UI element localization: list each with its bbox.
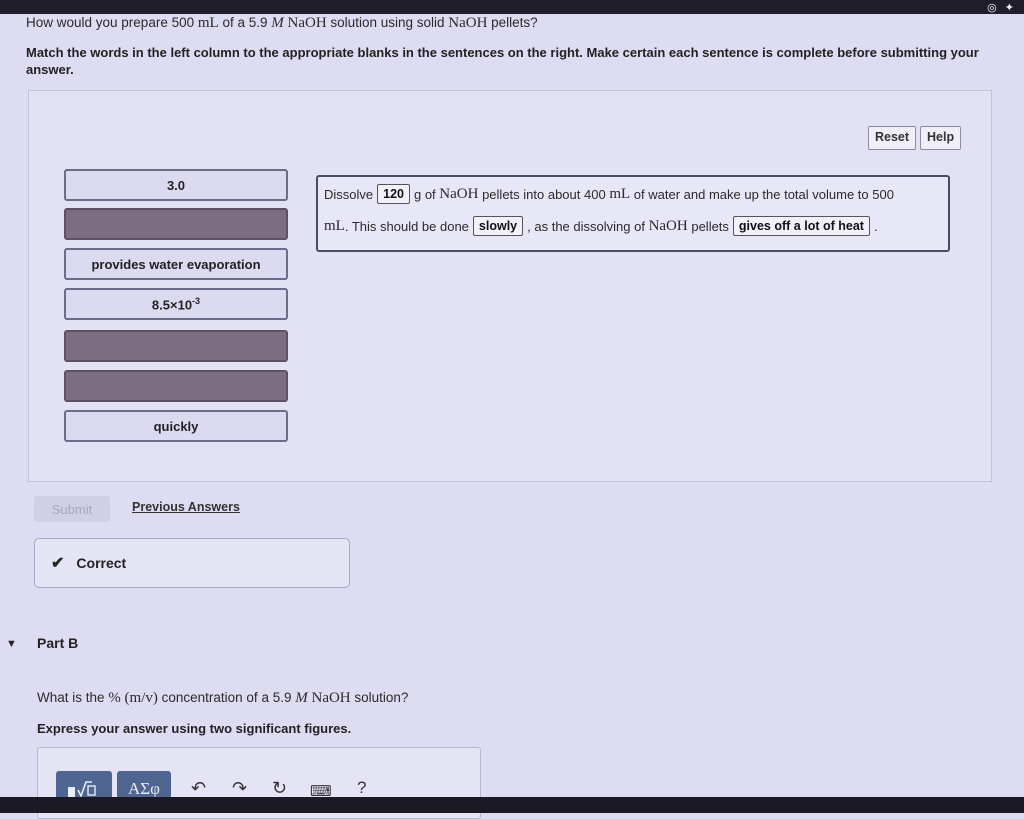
feedback-text: Correct <box>76 555 127 571</box>
tile-label: 3.0 <box>166 177 186 193</box>
sentence-line-2: mL. This should be done slowly , as the … <box>324 216 878 236</box>
bottom-bar <box>0 797 1024 813</box>
sentence-line-1: Dissolve 120 g of NaOH pellets into abou… <box>324 184 894 204</box>
tile-label: quickly <box>153 418 199 434</box>
submit-button[interactable]: Submit <box>34 496 110 522</box>
help-button[interactable]: Help <box>920 126 962 150</box>
answer-tile[interactable]: 8.5×10-3 <box>64 288 288 320</box>
part-b-instruction: Express your answer using two significan… <box>37 721 352 736</box>
caret-down-icon[interactable]: ▼ <box>6 638 17 650</box>
question-text: How would you prepare 500 mL of a 5.9 M … <box>26 15 538 31</box>
tile-label: provides water evaporation <box>91 256 261 272</box>
system-bar: ◎ ✦ <box>0 0 1024 14</box>
part-b-title[interactable]: Part B <box>37 635 78 651</box>
blank-slot-2[interactable]: slowly <box>472 216 524 236</box>
instructions: Match the words in the left column to th… <box>26 45 979 77</box>
feedback-box: ✔ Correct <box>34 538 350 588</box>
redo-icon[interactable]: ↷ <box>232 778 247 799</box>
system-icons: ◎ ✦ <box>987 0 1014 14</box>
help-icon[interactable]: ? <box>357 778 366 798</box>
blank-slot-1[interactable]: 120 <box>377 184 410 204</box>
answer-tile-used[interactable] <box>64 208 288 240</box>
sentence-box: Dissolve 120 g of NaOH pellets into abou… <box>316 175 950 252</box>
answer-tile[interactable]: provides water evaporation <box>64 248 288 280</box>
search-icon: ◎ <box>987 1 997 14</box>
undo-icon[interactable]: ↶ <box>191 778 206 799</box>
template-icon <box>68 781 96 799</box>
answer-tile-used[interactable] <box>64 330 288 362</box>
answer-tile[interactable]: quickly <box>64 410 288 442</box>
answer-tile-used[interactable] <box>64 370 288 402</box>
part-b-question: What is the % (m/v) concentration of a 5… <box>37 690 409 706</box>
answer-tile[interactable]: 3.0 <box>64 169 288 201</box>
signal-icon: ✦ <box>1004 1 1014 14</box>
tile-label: 8.5×10-3 <box>151 295 201 313</box>
blank-slot-3[interactable]: gives off a lot of heat <box>732 216 870 236</box>
previous-answers-link[interactable]: Previous Answers <box>132 500 240 514</box>
reset-button[interactable]: Reset <box>868 126 917 150</box>
reset-icon[interactable]: ↻ <box>272 778 287 799</box>
checkmark-icon: ✔ <box>51 555 65 572</box>
